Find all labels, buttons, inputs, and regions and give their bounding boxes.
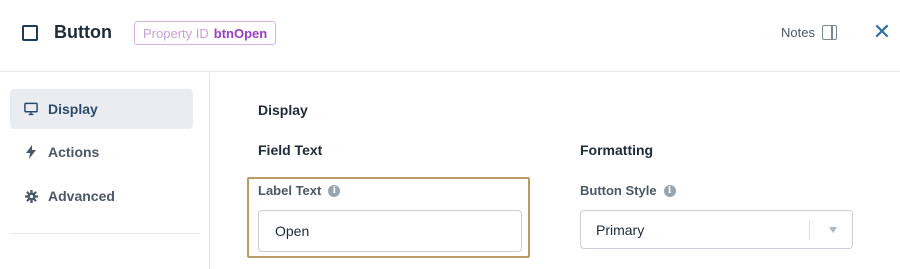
label-text-label: Label Text i — [258, 183, 341, 198]
button-style-value: Primary — [596, 222, 645, 238]
sidebar-item-actions[interactable]: Actions — [10, 132, 193, 172]
sidebar: Display Actions Advanced — [0, 73, 210, 269]
sidebar-item-label: Actions — [48, 144, 100, 160]
gear-icon — [24, 189, 38, 203]
notes-label: Notes — [781, 25, 815, 40]
sidebar-item-label: Display — [48, 101, 98, 117]
sidebar-item-label: Advanced — [48, 188, 115, 204]
close-button[interactable]: ✕ — [872, 21, 892, 43]
monitor-icon — [24, 102, 38, 116]
button-style-label: Button Style i — [580, 183, 676, 198]
sidebar-item-advanced[interactable]: Advanced — [10, 176, 193, 216]
panel-header: Button Property ID btnOpen Notes ✕ — [0, 0, 900, 72]
select-separator — [809, 220, 810, 240]
field-text-heading: Field Text — [258, 142, 323, 158]
sidebar-divider — [10, 233, 200, 234]
close-icon: ✕ — [872, 19, 892, 44]
side-panel-icon — [821, 25, 837, 40]
label-text-input[interactable] — [258, 210, 522, 252]
label-text-label-text: Label Text — [258, 183, 322, 198]
formatting-heading: Formatting — [580, 142, 654, 158]
property-id-value: btnOpen — [213, 25, 268, 41]
info-icon[interactable]: i — [328, 184, 341, 197]
component-title: Button — [54, 22, 112, 42]
property-id-label: Property ID — [143, 25, 209, 41]
info-icon[interactable]: i — [663, 184, 676, 197]
section-title: Display — [258, 102, 308, 118]
checkbox-icon — [22, 25, 38, 41]
property-id-badge: Property ID btnOpen — [134, 21, 277, 45]
bolt-icon — [24, 145, 38, 159]
sidebar-item-display[interactable]: Display — [10, 89, 193, 129]
button-style-select[interactable]: Primary — [580, 210, 853, 249]
chevron-down-icon[interactable] — [829, 227, 837, 233]
button-style-label-text: Button Style — [580, 183, 657, 198]
notes-button[interactable]: Notes — [781, 25, 837, 40]
